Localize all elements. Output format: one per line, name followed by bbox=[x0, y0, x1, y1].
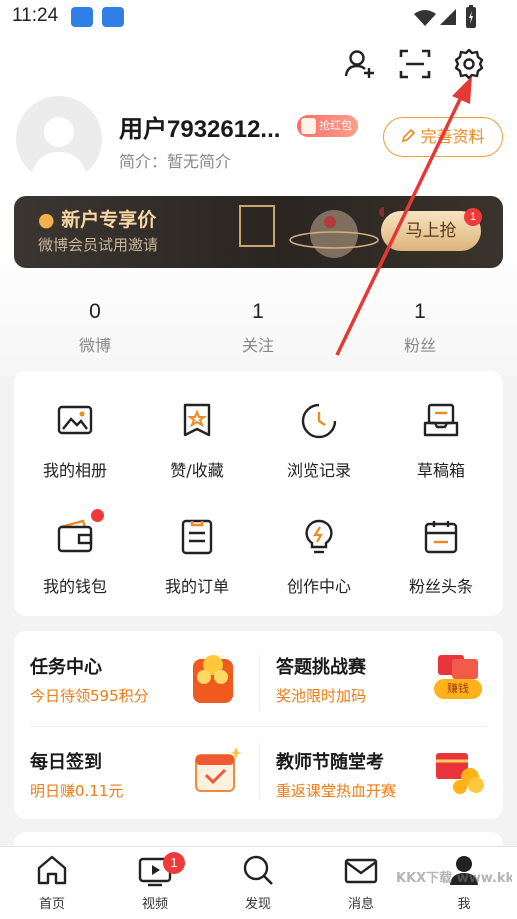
tab-video[interactable]: 视频 1 bbox=[105, 852, 205, 912]
complete-profile-label: 完善资料 bbox=[420, 127, 485, 146]
task-title: 任务中心 bbox=[30, 657, 102, 678]
points-jar-icon bbox=[193, 655, 233, 703]
grid-label: 赞/收藏 bbox=[170, 461, 224, 480]
weibo-app-notification-icon-2 bbox=[102, 7, 124, 27]
quiz-challenge[interactable]: 答题挑战赛 奖池限时加码 bbox=[276, 653, 366, 706]
discover-search-icon bbox=[243, 855, 273, 885]
task-title: 每日签到 bbox=[30, 752, 102, 773]
banner-title-text: 新户专享价 bbox=[61, 209, 157, 231]
tab-label: 首页 bbox=[38, 897, 65, 912]
watermark: KKX下载 www.kkx.net bbox=[396, 866, 512, 892]
divider bbox=[30, 726, 487, 727]
grid-label: 我的钱包 bbox=[42, 577, 107, 596]
divider bbox=[259, 655, 260, 711]
stat-following-value: 1 bbox=[252, 300, 264, 323]
task-subtitle: 今日待领595积分 bbox=[30, 687, 149, 705]
tab-label: 我 bbox=[457, 897, 471, 912]
tab-label: 视频 bbox=[141, 897, 168, 912]
stat-followers-value: 1 bbox=[414, 300, 426, 323]
stat-following-label: 关注 bbox=[241, 336, 274, 355]
stat-followers[interactable]: 1 粉丝 bbox=[335, 300, 505, 356]
wifi-icon bbox=[414, 10, 436, 26]
vip-promo-banner[interactable]: ● 新户专享价 微博会员试用邀请 马上抢 1 bbox=[14, 196, 503, 268]
settings-gear-icon[interactable] bbox=[451, 46, 487, 82]
task-subtitle: 奖池限时加码 bbox=[276, 687, 367, 705]
red-packet-badge[interactable]: 抢红包 bbox=[297, 115, 358, 137]
feature-grid-card: 我的相册 赞/收藏 浏览记录 草稿箱 我的钱包 我的订单 创作中心 粉丝头条 bbox=[14, 371, 503, 616]
gift-coins-icon bbox=[436, 753, 484, 794]
like-collect-icon bbox=[183, 403, 211, 437]
bio-text[interactable]: 简介：暂无简介 bbox=[119, 148, 231, 172]
add-friend-icon[interactable] bbox=[341, 46, 377, 82]
photo-album-icon bbox=[57, 405, 93, 435]
banner-title: ● 新户专享价 bbox=[38, 205, 156, 232]
orders-icon bbox=[181, 519, 213, 555]
tab-label: 消息 bbox=[347, 897, 374, 912]
stat-posts-value: 0 bbox=[89, 300, 101, 323]
divider bbox=[259, 743, 260, 799]
watermark-text: KKX下载 www.kkx.net bbox=[396, 871, 512, 886]
message-mail-icon bbox=[344, 858, 378, 884]
drafts-icon bbox=[423, 403, 459, 437]
tasks-card: 任务中心 今日待领595积分 答题挑战赛 奖池限时加码 赚钱 每日签到 明日赚0… bbox=[14, 631, 503, 819]
video-badge: 1 bbox=[163, 852, 185, 874]
wallet-red-dot bbox=[91, 509, 104, 522]
grid-item-drafts[interactable]: 草稿箱 bbox=[380, 401, 502, 501]
task-title: 教师节随堂考 bbox=[276, 752, 384, 773]
stat-posts[interactable]: 0 微博 bbox=[10, 300, 180, 356]
task-center[interactable]: 任务中心 今日待领595积分 bbox=[30, 653, 149, 706]
pencil-icon bbox=[402, 128, 416, 143]
red-packet-label: 抢红包 bbox=[319, 119, 352, 132]
grid-item-creator-center[interactable]: 创作中心 bbox=[258, 517, 380, 617]
task-subtitle: 重返课堂热血开赛 bbox=[276, 782, 397, 800]
complete-profile-button[interactable]: 完善资料 bbox=[383, 117, 503, 157]
grid-label: 粉丝头条 bbox=[408, 577, 473, 596]
stat-followers-label: 粉丝 bbox=[403, 336, 436, 355]
fans-headline-icon bbox=[424, 521, 458, 554]
grid-label: 草稿箱 bbox=[416, 461, 465, 480]
tab-label: 发现 bbox=[244, 897, 271, 912]
avatar[interactable] bbox=[16, 96, 102, 182]
stat-posts-label: 微博 bbox=[78, 336, 111, 355]
status-time: 11:24 bbox=[12, 5, 59, 26]
teachers-day-quiz[interactable]: 教师节随堂考 重返课堂热血开赛 bbox=[276, 748, 396, 801]
wallet-icon bbox=[57, 519, 93, 553]
weibo-app-notification-icon bbox=[71, 7, 93, 27]
status-bar: 11:24 bbox=[0, 0, 517, 36]
grab-badge: 1 bbox=[464, 208, 482, 226]
grid-label: 我的相册 bbox=[42, 461, 107, 480]
grid-label: 我的订单 bbox=[164, 577, 229, 596]
red-packet-icon bbox=[301, 118, 316, 134]
banner-subtitle: 微博会员试用邀请 bbox=[38, 236, 159, 254]
history-clock-icon bbox=[301, 403, 337, 439]
tab-discover[interactable]: 发现 bbox=[208, 853, 308, 912]
task-title: 答题挑战赛 bbox=[276, 657, 366, 678]
username[interactable]: 用户7932612... bbox=[119, 109, 280, 144]
grid-item-photo-album[interactable]: 我的相册 bbox=[14, 401, 136, 501]
creator-bulb-icon bbox=[305, 519, 333, 554]
checkin-calendar-icon bbox=[195, 747, 242, 792]
tab-home[interactable]: 首页 bbox=[2, 853, 102, 912]
promo-decoration-image bbox=[239, 205, 384, 258]
grid-item-wallet[interactable]: 我的钱包 bbox=[14, 509, 136, 617]
signal-icon bbox=[440, 9, 456, 25]
grid-item-fans-headline[interactable]: 粉丝头条 bbox=[380, 517, 502, 617]
weibo-logo-icon: ● bbox=[38, 209, 55, 231]
grid-item-history[interactable]: 浏览记录 bbox=[258, 401, 380, 501]
grid-label: 浏览记录 bbox=[286, 461, 351, 480]
grid-item-orders[interactable]: 我的订单 bbox=[136, 517, 258, 617]
battery-icon bbox=[466, 5, 476, 28]
earn-money-chip: 赚钱 bbox=[447, 682, 469, 695]
task-subtitle: 明日赚0.11元 bbox=[30, 782, 124, 800]
stat-following[interactable]: 1 关注 bbox=[173, 300, 343, 356]
home-icon bbox=[37, 855, 67, 885]
grid-item-like-collect[interactable]: 赞/收藏 bbox=[136, 401, 258, 501]
daily-checkin[interactable]: 每日签到 明日赚0.11元 bbox=[30, 748, 123, 801]
grid-label: 创作中心 bbox=[286, 577, 351, 596]
scan-icon[interactable] bbox=[397, 46, 433, 82]
